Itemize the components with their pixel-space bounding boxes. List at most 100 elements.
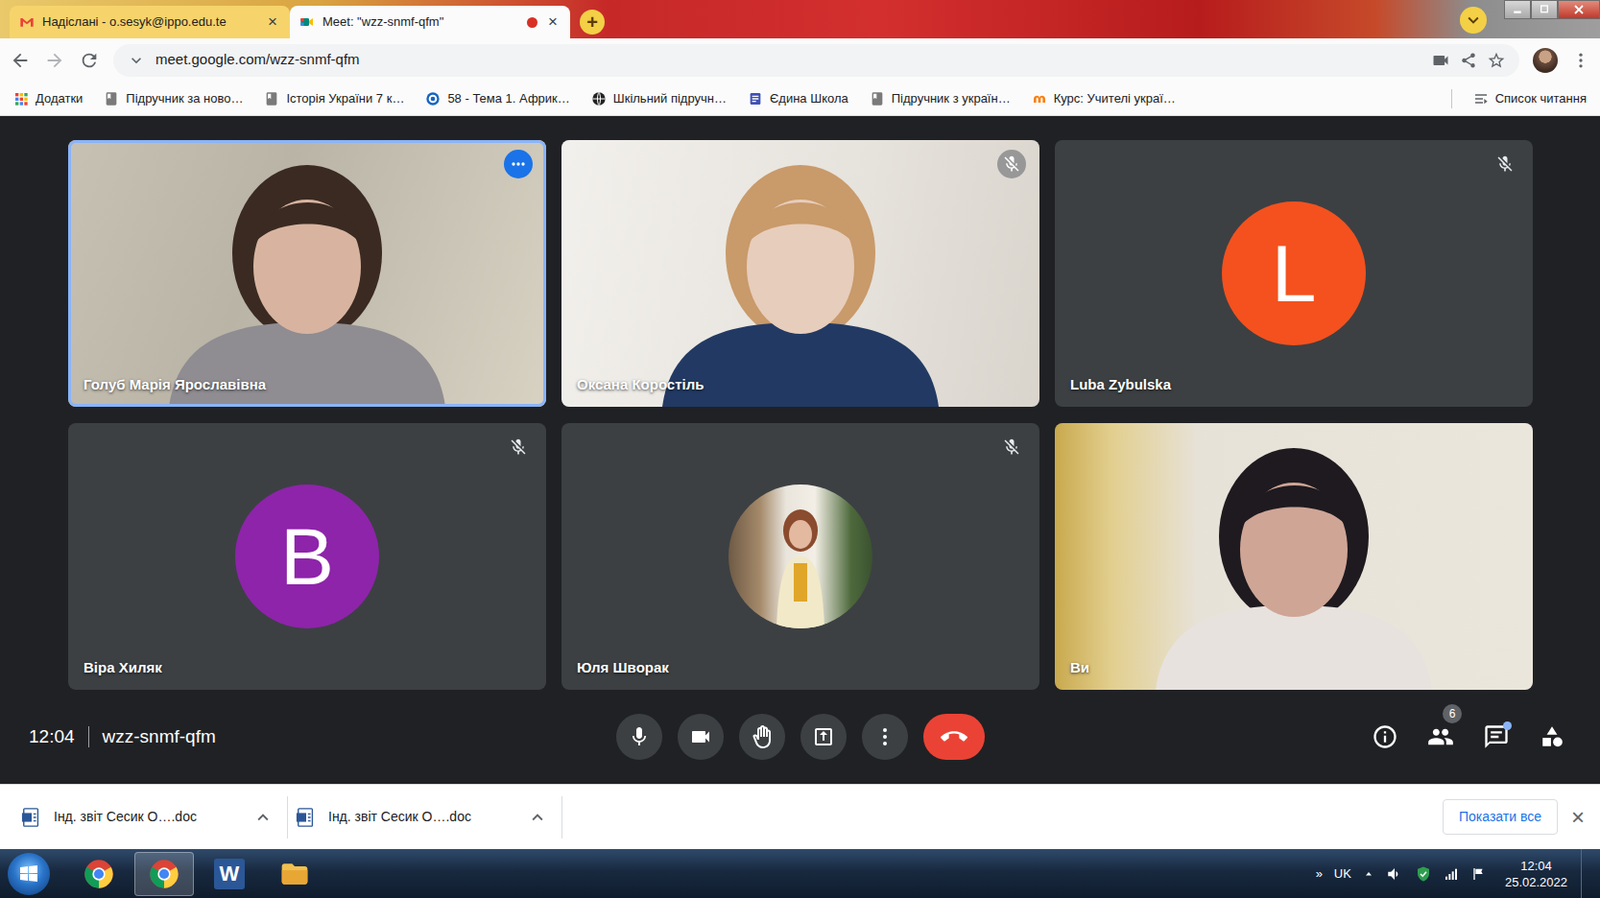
tab-close-button[interactable]: ×: [264, 9, 281, 35]
people-icon[interactable]: [1427, 723, 1455, 751]
show-hidden-icons-icon[interactable]: [1362, 868, 1375, 881]
camera-in-use-icon[interactable]: [1431, 50, 1451, 71]
book-icon: [263, 91, 280, 107]
security-shield-icon[interactable]: [1414, 865, 1433, 884]
close-downloads-button[interactable]: ×: [1557, 800, 1600, 836]
action-center-flag-icon[interactable]: [1470, 866, 1486, 883]
taskbar-app[interactable]: [264, 852, 325, 897]
download-item[interactable]: Інд. звіт Сесик О….doc: [13, 796, 288, 839]
chevron-up-icon[interactable]: [252, 807, 274, 829]
present-screen-icon[interactable]: [800, 714, 847, 761]
windows-start-icon[interactable]: [7, 853, 50, 896]
reload-icon[interactable]: [78, 49, 100, 72]
share-icon[interactable]: [1459, 51, 1478, 70]
share-icon[interactable]: [1459, 51, 1478, 70]
profile-avatar[interactable]: [1532, 47, 1558, 73]
info-icon[interactable]: [1365, 717, 1405, 757]
info-icon[interactable]: [1371, 723, 1399, 751]
bookmark-item[interactable]: Шкільний підручн…: [591, 89, 727, 109]
end-call-icon[interactable]: [940, 723, 968, 751]
people-icon[interactable]: 6: [1421, 717, 1460, 757]
browser-tab[interactable]: Meet: "wzz-snmf-qfm"×: [289, 5, 571, 39]
menu-dots-icon[interactable]: [1571, 50, 1591, 71]
bookmark-item[interactable]: 58 - Тема 1. Африк…: [425, 89, 570, 109]
speaking-indicator: [561, 140, 1040, 407]
camera-icon[interactable]: [689, 725, 713, 749]
address-bar[interactable]: meet.google.com/wzz-snmf-qfm: [113, 44, 1520, 77]
show-desktop-button[interactable]: [1580, 849, 1595, 898]
camera-in-use-icon[interactable]: [1431, 50, 1451, 71]
forward-arrow-icon[interactable]: [44, 49, 66, 72]
participant-tile[interactable]: ВВіра Хиляк: [68, 423, 547, 691]
chat-icon[interactable]: [1477, 717, 1516, 757]
bookmark-item[interactable]: Історія України 7 к…: [263, 89, 405, 109]
site-info-chevron-icon[interactable]: [126, 50, 146, 71]
camera-icon[interactable]: [677, 714, 724, 761]
clock[interactable]: 12:0425.02.2022: [1504, 858, 1568, 891]
participant-tile[interactable]: LLuba Zybulska: [1054, 140, 1533, 407]
tab-search-icon[interactable]: [1462, 9, 1484, 31]
bookmark-star-icon[interactable]: [1486, 50, 1506, 71]
present-screen-icon[interactable]: [811, 725, 836, 749]
microphone-icon[interactable]: [616, 714, 663, 761]
activities-icon[interactable]: [1532, 717, 1572, 757]
volume-icon[interactable]: [1385, 865, 1404, 884]
security-shield-icon[interactable]: [1414, 865, 1433, 884]
participant-tile[interactable]: Ви: [1054, 423, 1533, 691]
end-call-icon[interactable]: [923, 714, 985, 761]
action-center-flag-icon[interactable]: [1470, 866, 1486, 883]
network-signal-icon[interactable]: [1443, 866, 1459, 883]
bookmark-item[interactable]: Курс: Учителі украї…: [1031, 89, 1176, 109]
forward-arrow-icon[interactable]: [44, 49, 66, 72]
site-info-chevron-icon[interactable]: [126, 50, 146, 71]
taskbar-app[interactable]: [69, 852, 129, 897]
participant-name: Голуб Марія Ярославівна: [83, 374, 266, 397]
more-options-icon[interactable]: [873, 725, 897, 749]
g-icon: [425, 91, 441, 107]
participant-tile[interactable]: Юля Шворак: [561, 423, 1040, 691]
windows-start-icon[interactable]: [17, 862, 41, 886]
back-arrow-icon[interactable]: [9, 49, 31, 72]
url-text[interactable]: meet.google.com/wzz-snmf-qfm: [155, 48, 1422, 72]
close-window-icon[interactable]: [1557, 0, 1600, 20]
more-options-icon[interactable]: [508, 154, 528, 174]
reload-icon[interactable]: [78, 49, 100, 72]
browser-tab[interactable]: Надіслані - o.sesyk@ippo.edu.te×: [9, 5, 290, 39]
maximize-icon[interactable]: [1530, 0, 1558, 20]
maximize-icon[interactable]: [1536, 1, 1553, 18]
bookmark-item[interactable]: Підручник з україн…: [869, 89, 1011, 109]
back-arrow-icon[interactable]: [9, 49, 31, 72]
new-tab-button[interactable]: +: [579, 9, 605, 35]
activities-icon[interactable]: [1539, 724, 1565, 750]
bookmark-item[interactable]: Додатки: [13, 89, 83, 109]
microphone-icon[interactable]: [627, 725, 651, 749]
tab-search-icon[interactable]: [1459, 6, 1487, 34]
bookmark-item[interactable]: Підручник за ново…: [103, 89, 243, 109]
more-options-icon[interactable]: [861, 714, 908, 761]
bookmark-star-icon[interactable]: [1486, 50, 1506, 71]
chevron-up-icon[interactable]: [526, 807, 549, 829]
show-all-button[interactable]: Показати все: [1442, 799, 1558, 836]
taskbar-app[interactable]: W: [199, 852, 260, 897]
tray-more-button[interactable]: »: [1315, 864, 1323, 884]
download-item[interactable]: Інд. звіт Сесик О….doc: [287, 796, 563, 839]
participant-tile[interactable]: Оксана Коростіль: [561, 140, 1040, 407]
bookmark-item[interactable]: Єдина Школа: [747, 89, 849, 109]
chevron-up-icon[interactable]: [526, 807, 549, 829]
close-window-icon[interactable]: [1571, 1, 1587, 18]
chevron-up-icon[interactable]: [252, 807, 274, 829]
minimize-icon[interactable]: [1508, 0, 1527, 19]
more-options-icon[interactable]: [503, 149, 533, 179]
reading-list[interactable]: Список читання: [1473, 89, 1587, 109]
taskbar-app[interactable]: [134, 852, 194, 897]
minimize-icon[interactable]: [1504, 0, 1531, 20]
network-signal-icon[interactable]: [1443, 866, 1459, 883]
language-indicator[interactable]: UK: [1334, 864, 1352, 884]
raise-hand-icon[interactable]: [750, 725, 774, 749]
volume-icon[interactable]: [1385, 865, 1404, 884]
show-hidden-icons-icon[interactable]: [1362, 868, 1375, 881]
participant-tile[interactable]: Голуб Марія Ярославівна: [68, 140, 547, 407]
tab-close-button[interactable]: ×: [545, 9, 561, 35]
menu-dots-icon[interactable]: [1571, 50, 1591, 71]
raise-hand-icon[interactable]: [739, 714, 786, 761]
